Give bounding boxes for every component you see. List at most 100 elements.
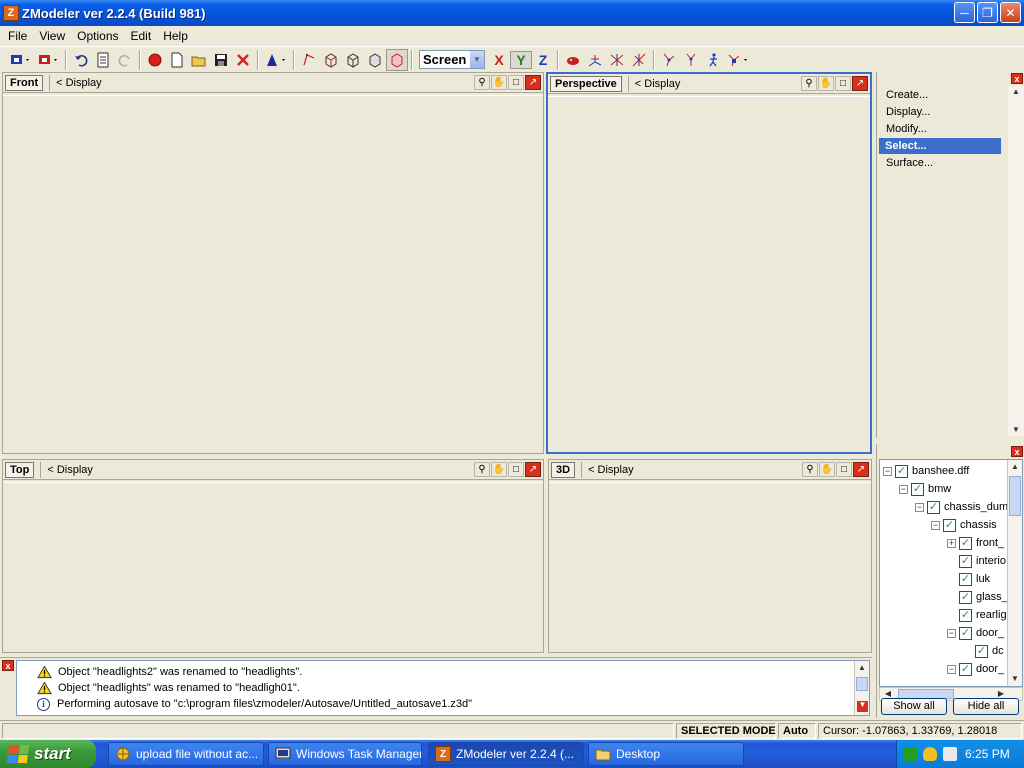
tree-item[interactable]: ✓ glass_ [947,588,1008,606]
skeleton-icon[interactable] [680,49,702,71]
maximize-viewport-icon[interactable]: ↗ [525,462,541,477]
face-mode-icon[interactable] [320,49,342,71]
import-dropdown-icon[interactable] [6,49,34,71]
front-viewport-label[interactable]: Front [5,74,44,91]
tree-item[interactable]: − ✓ chassis_dum [915,498,1008,516]
network-icon[interactable] [903,747,917,761]
clock[interactable]: 6:25 PM [965,747,1010,761]
menu-view[interactable]: View [33,29,71,43]
zoom-extents-icon[interactable]: □ [508,75,524,90]
zoom-extents-icon[interactable]: □ [836,462,852,477]
scroll-down-icon[interactable]: ▼ [1010,675,1020,683]
scroll-down-icon[interactable]: ▼ [857,701,868,712]
visibility-checkbox[interactable]: ✓ [959,554,972,568]
new-file-icon[interactable] [166,49,188,71]
export-dropdown-icon[interactable] [34,49,62,71]
record-icon[interactable] [144,49,166,71]
redo-icon[interactable] [114,49,136,71]
pan-hand-icon[interactable]: ✋ [491,462,507,477]
menu-options[interactable]: Options [71,29,124,43]
3d-display-menu[interactable]: < Display [581,461,634,478]
show-all-button[interactable]: Show all [881,698,947,715]
pan-hand-icon[interactable]: ✋ [818,76,834,91]
scroll-left-icon[interactable]: ◀ [883,690,893,698]
zoom-extents-icon[interactable]: □ [835,76,851,91]
menu-file[interactable]: File [2,29,33,43]
bones-icon[interactable] [658,49,680,71]
zoom-icon[interactable]: ⚲ [474,462,490,477]
save-icon[interactable] [210,49,232,71]
collapse-icon[interactable]: − [883,466,892,476]
tree-item[interactable]: ✓ rearlig [947,606,1007,624]
scroll-right-icon[interactable]: ▶ [996,690,1006,698]
visibility-checkbox[interactable]: ✓ [975,644,988,658]
axis-scale-icon[interactable] [628,49,650,71]
zoom-extents-icon[interactable]: □ [508,462,524,477]
top-viewport-label[interactable]: Top [5,461,35,478]
close-icon[interactable]: x [1011,446,1023,457]
perspective-viewport[interactable]: Perspective < Display ⚲ ✋ □ ↗ [546,72,872,454]
command-modify[interactable]: Modify... [886,123,927,135]
3d-viewport[interactable]: 3D < Display ⚲ ✋ □ ↗ [548,459,872,653]
collapse-icon[interactable]: − [947,664,956,674]
delete-icon[interactable] [232,49,254,71]
open-folder-icon[interactable] [188,49,210,71]
command-display[interactable]: Display... [886,106,930,118]
hide-all-button[interactable]: Hide all [953,698,1019,715]
top-canvas[interactable] [3,482,543,652]
scroll-thumb[interactable] [1009,476,1021,516]
maximize-viewport-icon[interactable]: ↗ [853,462,869,477]
pyramid-dropdown-icon[interactable] [262,49,290,71]
character-icon[interactable] [702,49,724,71]
log-scrollbar[interactable]: ▲ ▼ [854,661,869,715]
scroll-down-icon[interactable]: ▼ [1011,426,1021,434]
scroll-up-icon[interactable]: ▲ [857,664,867,672]
pan-hand-icon[interactable]: ✋ [491,75,507,90]
collapse-icon[interactable]: − [899,484,908,494]
visibility-checkbox[interactable]: ✓ [959,572,972,586]
taskbar-item[interactable]: Windows Task Manager [268,742,422,766]
perspective-viewport-label[interactable]: Perspective [550,75,622,92]
collapse-icon[interactable]: − [947,628,956,638]
perspective-canvas[interactable] [548,96,870,452]
visibility-checkbox[interactable]: ✓ [959,662,972,676]
zoom-icon[interactable]: ⚲ [474,75,490,90]
z-axis-toggle[interactable]: Z [532,52,554,68]
zoom-icon[interactable]: ⚲ [801,76,817,91]
tree-item[interactable]: ✓ dc [963,642,1004,660]
axis-move-icon[interactable] [584,49,606,71]
x-axis-toggle[interactable]: X [488,52,510,68]
perspective-display-menu[interactable]: < Display [627,75,680,92]
scroll-up-icon[interactable]: ▲ [1011,88,1021,96]
zoom-icon[interactable]: ⚲ [802,462,818,477]
undo-icon[interactable] [70,49,92,71]
command-create[interactable]: Create... [886,89,928,101]
maximize-button[interactable]: ❐ [977,2,998,23]
close-icon[interactable]: x [1011,73,1023,84]
pan-hand-icon[interactable]: ✋ [819,462,835,477]
security-shield-icon[interactable] [923,747,937,761]
tree-item[interactable]: ✓ luk [947,570,990,588]
taskbar-item[interactable]: upload file without ac... [108,742,264,766]
scroll-up-icon[interactable]: ▲ [1010,463,1020,471]
command-surface[interactable]: Surface... [886,157,933,169]
visibility-checkbox[interactable]: ✓ [895,464,908,478]
expand-icon[interactable]: + [947,538,956,548]
visibility-checkbox[interactable]: ✓ [911,482,924,496]
menu-help[interactable]: Help [157,29,194,43]
properties-icon[interactable] [92,49,114,71]
start-button[interactable]: start [0,740,96,768]
visibility-checkbox[interactable]: ✓ [959,626,972,640]
top-display-menu[interactable]: < Display [40,461,93,478]
close-button[interactable]: ✕ [1000,2,1021,23]
taskbar-item[interactable]: Z ZModeler ver 2.2.4 (... [428,742,584,766]
command-scrollbar[interactable]: ▲ ▼ [1008,86,1024,436]
collapse-icon[interactable]: − [931,520,940,530]
tree-item[interactable]: − ✓ door_ [947,660,1004,678]
paint-icon[interactable] [562,49,584,71]
front-canvas[interactable] [3,95,543,453]
command-select[interactable]: Select... [879,138,1001,154]
visibility-checkbox[interactable]: ✓ [927,500,940,514]
tree-item[interactable]: − ✓ door_ [947,624,1004,642]
collapse-icon[interactable]: − [915,502,924,512]
